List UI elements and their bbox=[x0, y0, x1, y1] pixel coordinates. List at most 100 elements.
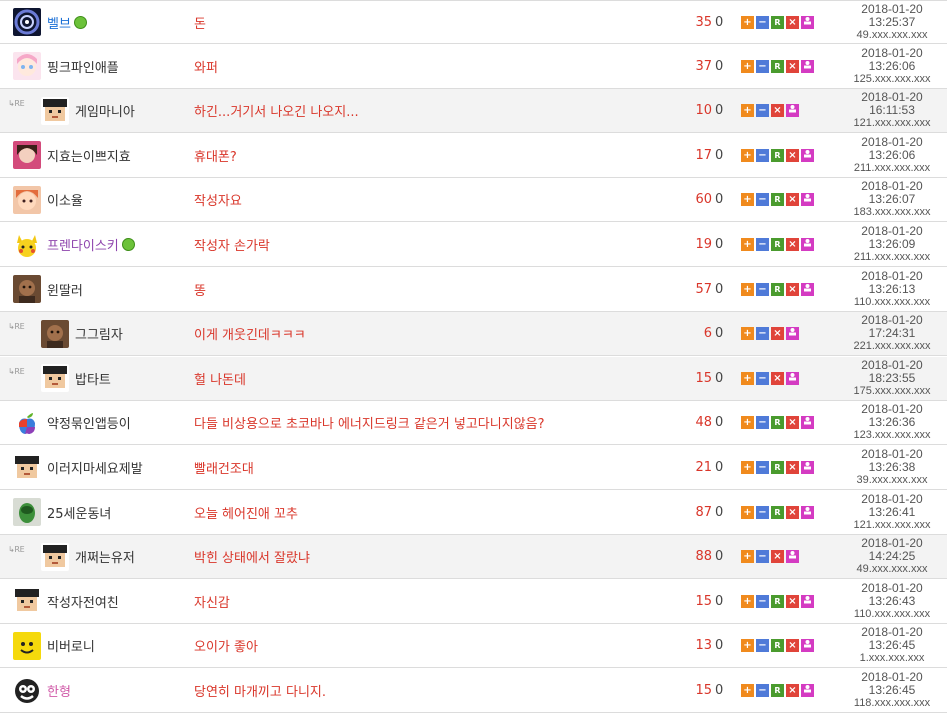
profile-button[interactable] bbox=[801, 461, 814, 474]
report-button[interactable]: R bbox=[771, 639, 784, 653]
downvote-button[interactable]: − bbox=[756, 193, 769, 207]
downvote-button[interactable]: − bbox=[756, 461, 769, 474]
pikachu-avatar[interactable] bbox=[13, 230, 41, 259]
profile-button[interactable] bbox=[801, 594, 814, 608]
downvote-button[interactable]: − bbox=[756, 639, 769, 653]
report-button[interactable]: R bbox=[771, 282, 784, 296]
author-name[interactable]: 핑크파인애플 bbox=[47, 57, 119, 76]
anime-girl-avatar[interactable] bbox=[13, 52, 41, 81]
report-button[interactable]: R bbox=[771, 148, 784, 162]
delete-button[interactable]: × bbox=[786, 505, 799, 519]
pixel-man-avatar[interactable] bbox=[41, 364, 69, 393]
delete-button[interactable]: × bbox=[786, 282, 799, 296]
author-name[interactable]: 약정묶인앱등이 bbox=[47, 413, 131, 432]
delete-button[interactable]: × bbox=[786, 461, 799, 474]
comment-author[interactable]: 이소율 bbox=[0, 178, 203, 221]
author-name[interactable]: 이러지마세요제발 bbox=[47, 458, 143, 477]
delete-button[interactable]: × bbox=[786, 594, 799, 608]
author-name[interactable]: 게임마니아 bbox=[75, 101, 135, 120]
report-button[interactable]: R bbox=[771, 59, 784, 73]
upvote-button[interactable]: + bbox=[741, 15, 754, 29]
comment-author[interactable]: 이러지마세요제발 bbox=[0, 446, 203, 489]
upvote-button[interactable]: + bbox=[741, 148, 754, 162]
author-name[interactable]: 벨브 bbox=[47, 13, 71, 32]
downvote-button[interactable]: − bbox=[756, 550, 769, 564]
profile-button[interactable] bbox=[801, 282, 814, 296]
upvote-button[interactable]: + bbox=[741, 104, 754, 118]
man-photo-avatar[interactable] bbox=[13, 275, 41, 304]
pixel-man-avatar[interactable] bbox=[41, 542, 69, 571]
author-name[interactable]: 이소율 bbox=[47, 190, 83, 209]
author-name[interactable]: 윈딸러 bbox=[47, 280, 83, 299]
pixel-man-avatar[interactable] bbox=[13, 453, 41, 482]
delete-button[interactable]: × bbox=[786, 59, 799, 73]
delete-button[interactable]: × bbox=[786, 193, 799, 207]
upvote-button[interactable]: + bbox=[741, 416, 754, 430]
profile-button[interactable] bbox=[801, 684, 814, 697]
comment-author[interactable]: 지효는이쁘지효 bbox=[0, 134, 203, 177]
author-name[interactable]: 한형 bbox=[47, 681, 71, 700]
upvote-button[interactable]: + bbox=[741, 505, 754, 519]
apple-logo-avatar[interactable] bbox=[13, 408, 41, 437]
profile-button[interactable] bbox=[801, 193, 814, 207]
delete-button[interactable]: × bbox=[771, 104, 784, 118]
author-name[interactable]: 비버로니 bbox=[47, 636, 95, 655]
downvote-button[interactable]: − bbox=[756, 327, 769, 341]
vortex-avatar[interactable] bbox=[13, 8, 41, 36]
comment-author[interactable]: 윈딸러 bbox=[0, 268, 203, 311]
downvote-button[interactable]: − bbox=[756, 148, 769, 162]
report-button[interactable]: R bbox=[771, 505, 784, 519]
comment-author[interactable]: 비버로니 bbox=[0, 624, 203, 667]
author-name[interactable]: 작성자전여친 bbox=[47, 592, 119, 611]
report-button[interactable]: R bbox=[771, 594, 784, 608]
upvote-button[interactable]: + bbox=[741, 282, 754, 296]
upvote-button[interactable]: + bbox=[741, 594, 754, 608]
profile-button[interactable] bbox=[786, 327, 799, 341]
downvote-button[interactable]: − bbox=[756, 371, 769, 385]
downvote-button[interactable]: − bbox=[756, 15, 769, 29]
delete-button[interactable]: × bbox=[786, 684, 799, 697]
author-name[interactable]: 그그림자 bbox=[75, 324, 123, 343]
author-name[interactable]: 프렌다이스키 bbox=[47, 235, 119, 254]
downvote-button[interactable]: − bbox=[756, 416, 769, 430]
bw-logo-avatar[interactable] bbox=[13, 676, 41, 705]
profile-button[interactable] bbox=[801, 505, 814, 519]
upvote-button[interactable]: + bbox=[741, 238, 754, 251]
upvote-button[interactable]: + bbox=[741, 461, 754, 474]
upvote-button[interactable]: + bbox=[741, 327, 754, 341]
profile-button[interactable] bbox=[801, 15, 814, 29]
downvote-button[interactable]: − bbox=[756, 282, 769, 296]
delete-button[interactable]: × bbox=[771, 371, 784, 385]
author-name[interactable]: 지효는이쁘지효 bbox=[47, 146, 131, 165]
pixel-man-avatar[interactable] bbox=[13, 587, 41, 616]
profile-button[interactable] bbox=[786, 371, 799, 385]
delete-button[interactable]: × bbox=[786, 15, 799, 29]
profile-button[interactable] bbox=[786, 104, 799, 118]
delete-button[interactable]: × bbox=[786, 416, 799, 430]
author-name[interactable]: 밥타트 bbox=[75, 369, 111, 388]
report-button[interactable]: R bbox=[771, 238, 784, 251]
profile-button[interactable] bbox=[801, 148, 814, 162]
author-name[interactable]: 25세운동녀 bbox=[47, 503, 111, 522]
green-face-avatar[interactable] bbox=[13, 498, 41, 527]
profile-button[interactable] bbox=[786, 550, 799, 564]
comment-author[interactable]: 25세운동녀 bbox=[0, 491, 203, 534]
comment-author[interactable]: 프렌다이스키 bbox=[0, 223, 203, 266]
report-button[interactable]: R bbox=[771, 461, 784, 474]
report-button[interactable]: R bbox=[771, 15, 784, 29]
report-button[interactable]: R bbox=[771, 193, 784, 207]
author-name[interactable]: 개쩌는유저 bbox=[75, 547, 135, 566]
downvote-button[interactable]: − bbox=[756, 684, 769, 697]
upvote-button[interactable]: + bbox=[741, 193, 754, 207]
profile-button[interactable] bbox=[801, 639, 814, 653]
upvote-button[interactable]: + bbox=[741, 550, 754, 564]
cartoon-face-avatar[interactable] bbox=[13, 185, 41, 214]
downvote-button[interactable]: − bbox=[756, 238, 769, 251]
upvote-button[interactable]: + bbox=[741, 59, 754, 73]
delete-button[interactable]: × bbox=[786, 639, 799, 653]
downvote-button[interactable]: − bbox=[756, 594, 769, 608]
delete-button[interactable]: × bbox=[786, 148, 799, 162]
upvote-button[interactable]: + bbox=[741, 639, 754, 653]
yellow-face-avatar[interactable] bbox=[13, 631, 41, 660]
upvote-button[interactable]: + bbox=[741, 684, 754, 697]
